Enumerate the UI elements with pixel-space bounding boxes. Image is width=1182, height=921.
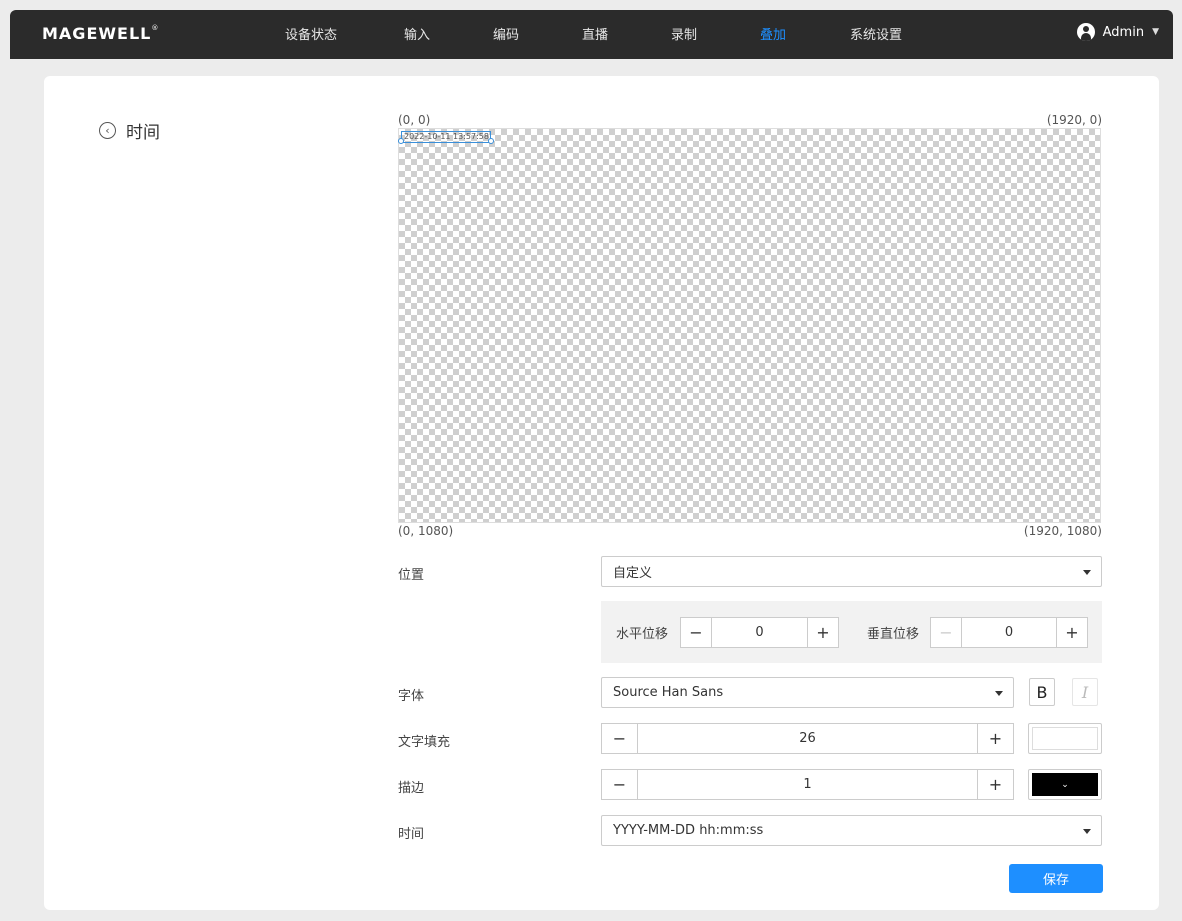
- horizontal-offset-stepper: − 0 +: [680, 617, 839, 648]
- chevron-down-icon: ▼: [1152, 27, 1159, 37]
- text-fill-size-stepper: − 26 +: [601, 723, 1014, 754]
- bold-button[interactable]: B: [1029, 678, 1055, 706]
- position-select-value: 自定义: [613, 566, 653, 581]
- vertical-offset-label: 垂直位移: [867, 627, 920, 642]
- chevron-down-icon: ⌄: [1061, 779, 1069, 790]
- user-icon: [1076, 23, 1095, 41]
- font-select[interactable]: Source Han Sans: [601, 677, 1014, 708]
- increment-button[interactable]: +: [977, 770, 1013, 799]
- chevron-left-circle-icon: ‹: [99, 122, 116, 139]
- logo-text: MAGEWELL: [42, 24, 152, 43]
- decrement-button[interactable]: −: [602, 724, 638, 753]
- back-link[interactable]: ‹ 时间: [99, 118, 160, 143]
- preview-canvas[interactable]: 2022-10-11 13:57:58: [398, 128, 1101, 523]
- caret-down-icon: [1083, 829, 1091, 834]
- vertical-offset-stepper: − 0 +: [930, 617, 1088, 648]
- stroke-color-picker[interactable]: ⌄: [1028, 769, 1102, 800]
- text-fill-size-input[interactable]: 26: [638, 724, 977, 753]
- stroke-color-preview: ⌄: [1032, 773, 1098, 796]
- decrement-button[interactable]: −: [681, 618, 712, 647]
- fill-color-preview: [1032, 727, 1098, 750]
- nav-item-input[interactable]: 输入: [404, 24, 430, 43]
- text-fill-label: 文字填充: [398, 735, 451, 750]
- top-nav-bar: MAGEWELL® 设备状态 输入 编码 直播 录制 叠加 系统设置 Admin…: [10, 10, 1173, 59]
- horizontal-offset-label: 水平位移: [616, 627, 669, 642]
- time-format-select[interactable]: YYYY-MM-DD hh:mm:ss: [601, 815, 1102, 846]
- resize-handle[interactable]: [488, 138, 494, 144]
- time-overlay-text: 2022-10-11 13:57:58: [404, 132, 489, 141]
- decrement-button[interactable]: −: [931, 618, 962, 647]
- stroke-label: 描边: [398, 781, 425, 796]
- registered-mark: ®: [151, 24, 160, 32]
- stroke-width-stepper: − 1 +: [601, 769, 1014, 800]
- stroke-width-input[interactable]: 1: [638, 770, 977, 799]
- position-label: 位置: [398, 568, 425, 583]
- increment-button[interactable]: +: [807, 618, 838, 647]
- italic-button[interactable]: I: [1072, 678, 1098, 706]
- coord-bottom-left: (0, 1080): [398, 524, 454, 538]
- vertical-offset-input[interactable]: 0: [962, 618, 1056, 647]
- nav-item-encoding[interactable]: 编码: [493, 24, 519, 43]
- user-menu[interactable]: Admin ▼: [1076, 23, 1159, 41]
- nav-item-system-settings[interactable]: 系统设置: [850, 24, 902, 43]
- save-button[interactable]: 保存: [1009, 864, 1103, 893]
- caret-down-icon: [995, 691, 1003, 696]
- font-select-value: Source Han Sans: [613, 685, 724, 700]
- horizontal-offset-input[interactable]: 0: [712, 618, 807, 647]
- coord-top-right: (1920, 0): [1046, 113, 1102, 127]
- user-name: Admin: [1102, 24, 1145, 40]
- nav-item-live[interactable]: 直播: [582, 24, 608, 43]
- increment-button[interactable]: +: [977, 724, 1013, 753]
- offset-panel: 水平位移 − 0 + 垂直位移 − 0 +: [601, 601, 1102, 663]
- increment-button[interactable]: +: [1056, 618, 1087, 647]
- position-select[interactable]: 自定义: [601, 556, 1102, 587]
- time-format-select-value: YYYY-MM-DD hh:mm:ss: [613, 823, 764, 838]
- main-panel: ‹ 时间 (0, 0) (1920, 0) 2022-10-11 13:57:5…: [44, 76, 1159, 910]
- page-title: 时间: [126, 123, 160, 143]
- resize-handle[interactable]: [398, 138, 404, 144]
- coord-top-left: (0, 0): [398, 113, 431, 127]
- nav-item-overlay[interactable]: 叠加: [760, 24, 786, 43]
- magewell-logo[interactable]: MAGEWELL®: [42, 24, 159, 43]
- coord-bottom-right: (1920, 1080): [1023, 524, 1102, 538]
- caret-down-icon: [1083, 570, 1091, 575]
- time-overlay-box[interactable]: 2022-10-11 13:57:58: [401, 131, 491, 143]
- time-format-label: 时间: [398, 827, 425, 842]
- decrement-button[interactable]: −: [602, 770, 638, 799]
- nav-item-device-status[interactable]: 设备状态: [285, 24, 337, 43]
- nav-item-record[interactable]: 录制: [671, 24, 697, 43]
- font-label: 字体: [398, 689, 425, 704]
- fill-color-picker[interactable]: [1028, 723, 1102, 754]
